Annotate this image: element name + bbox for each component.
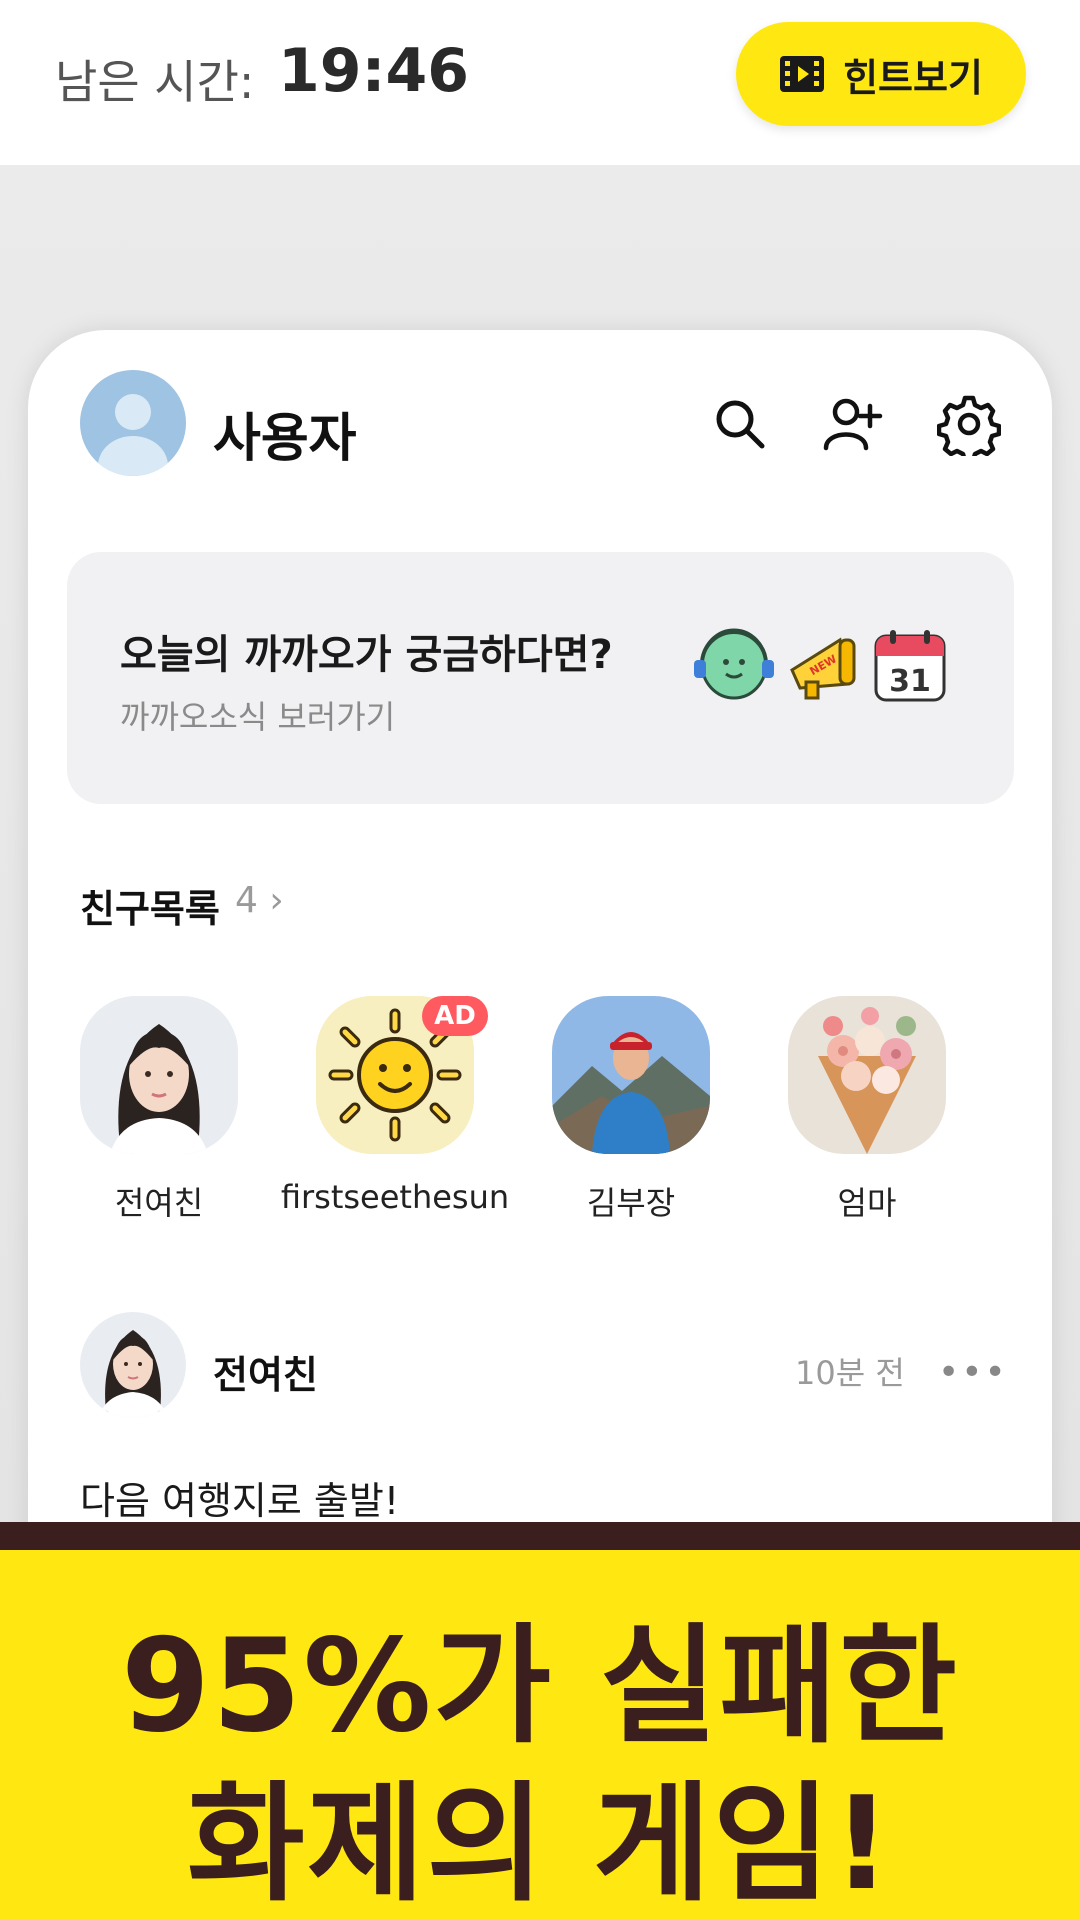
- calendar-number: 31: [889, 664, 931, 699]
- video-icon: [780, 56, 825, 92]
- add-friend-icon[interactable]: [820, 392, 884, 456]
- friend-name: 김부장: [586, 1184, 676, 1222]
- woman-portrait-icon: [80, 1312, 186, 1418]
- hiker-photo-icon: [552, 996, 710, 1154]
- user-avatar[interactable]: [80, 370, 186, 476]
- megaphone-icon: NEW: [790, 637, 856, 700]
- calendar-icon: 31: [874, 630, 946, 702]
- friend-avatar-ex-girlfriend[interactable]: [80, 996, 238, 1154]
- hint-button[interactable]: 힌트보기: [736, 22, 1026, 126]
- banner-title: 오늘의 까까오가 궁금하다면?: [120, 632, 613, 678]
- avatar-head: [115, 394, 151, 430]
- top-bar: 남은 시간: 19:46 힌트보기: [0, 0, 1080, 165]
- friend-name: firstseethesun: [280, 1178, 510, 1216]
- settings-icon[interactable]: [937, 392, 1001, 456]
- banner-subtitle[interactable]: 까까오소식 보러가기: [120, 692, 395, 738]
- friends-count[interactable]: 4 ›: [235, 880, 284, 921]
- friend-name: 전여친: [114, 1184, 204, 1222]
- friend-avatar-mom[interactable]: [788, 996, 946, 1154]
- hint-button-label: 힌트보기: [843, 55, 983, 100]
- timer-value: 19:46: [278, 36, 469, 106]
- post-timestamp: 10분 전: [795, 1354, 905, 1392]
- more-options-icon[interactable]: •••: [938, 1352, 1008, 1393]
- post-author-avatar[interactable]: [80, 1312, 186, 1418]
- post-text: 다음 여행지로 출발!: [80, 1479, 400, 1523]
- promo-line-2: 화제의 게임!: [187, 1770, 893, 1919]
- post-author-name: 전여친: [213, 1353, 318, 1397]
- timer-label: 남은 시간:: [55, 55, 255, 109]
- woman-portrait-icon: [80, 996, 238, 1154]
- ad-badge: AD: [422, 996, 488, 1036]
- flower-bouquet-icon: [788, 996, 946, 1154]
- promo-top-stripe: [0, 1522, 1080, 1550]
- username: 사용자: [213, 409, 357, 469]
- friend-avatar-manager[interactable]: [552, 996, 710, 1154]
- avatar-body: [98, 436, 168, 476]
- friend-name: 엄마: [837, 1184, 897, 1222]
- search-icon[interactable]: [708, 392, 772, 456]
- headset-character-icon: [694, 628, 774, 700]
- friends-list-title[interactable]: 친구목록: [80, 878, 220, 933]
- app-card: [28, 330, 1052, 1630]
